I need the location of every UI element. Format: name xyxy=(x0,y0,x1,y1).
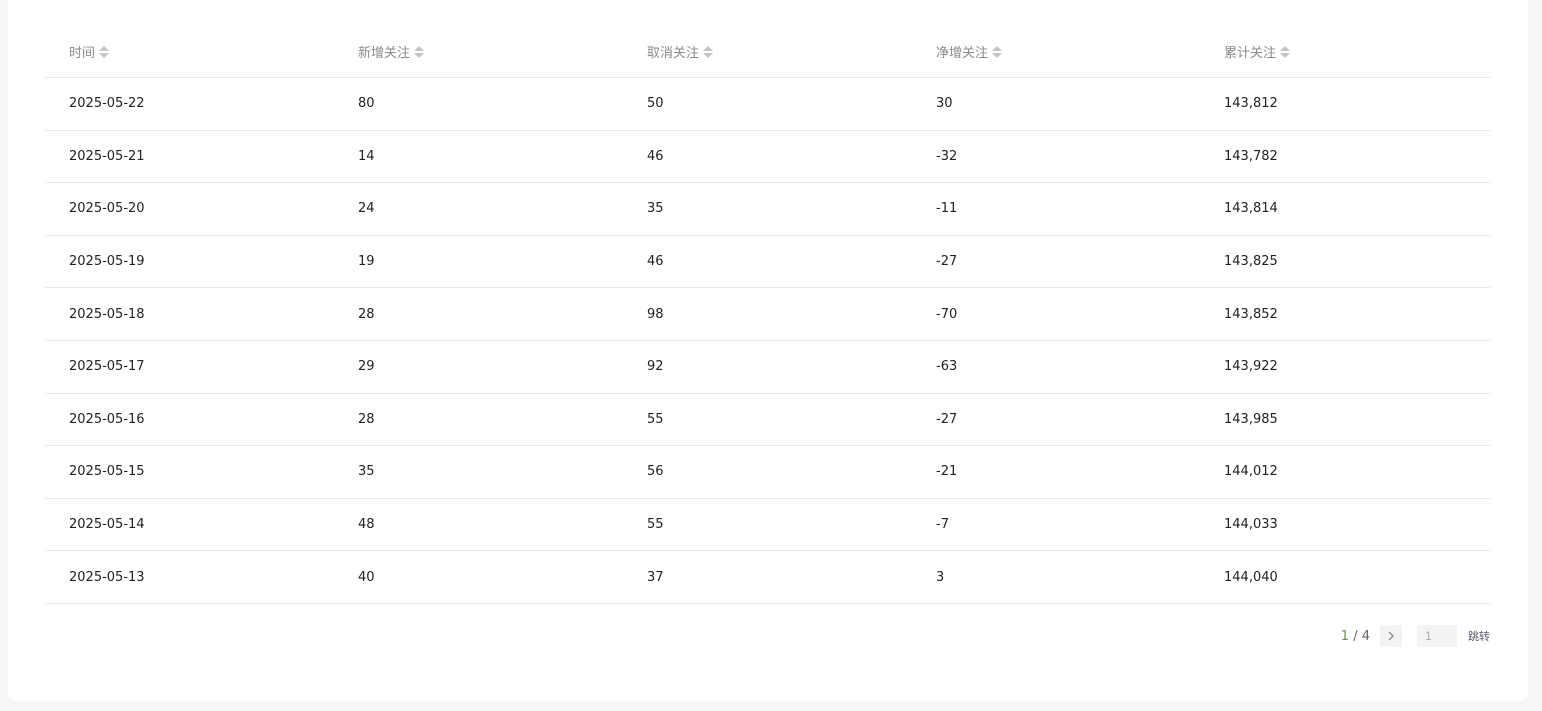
cell-total-follows: 143,825 xyxy=(1224,254,1278,270)
cell-unfollows: 46 xyxy=(647,254,664,270)
table-row: 2025-05-14 48 55 -7 144,033 xyxy=(45,499,1490,552)
cell-net-follows: -7 xyxy=(936,517,949,533)
table-row: 2025-05-20 24 35 -11 143,814 xyxy=(45,183,1490,236)
sort-icon[interactable] xyxy=(992,45,1003,58)
cell-new-follows: 80 xyxy=(358,96,375,112)
page-separator: / xyxy=(1349,628,1362,644)
cell-new-follows: 24 xyxy=(358,201,375,217)
cell-total-follows: 143,812 xyxy=(1224,96,1278,112)
cell-total-follows: 143,814 xyxy=(1224,201,1278,217)
cell-net-follows: -63 xyxy=(936,359,958,375)
cell-date: 2025-05-17 xyxy=(69,359,145,375)
sort-icon[interactable] xyxy=(414,45,425,58)
sort-icon[interactable] xyxy=(99,45,110,58)
cell-date: 2025-05-14 xyxy=(69,517,145,533)
cell-total-follows: 143,782 xyxy=(1224,148,1278,164)
cell-date: 2025-05-16 xyxy=(69,411,145,427)
cell-unfollows: 37 xyxy=(647,569,664,585)
cell-unfollows: 46 xyxy=(647,148,664,164)
cell-new-follows: 14 xyxy=(358,148,375,164)
table-row: 2025-05-16 28 55 -27 143,985 xyxy=(45,394,1490,447)
sort-icon[interactable] xyxy=(1280,45,1291,58)
cell-unfollows: 55 xyxy=(647,517,664,533)
table-header-row: 时间 新增关注 取消关注 净增关注 累计关注 xyxy=(45,26,1490,78)
cell-new-follows: 19 xyxy=(358,254,375,270)
table-row: 2025-05-13 40 37 3 144,040 xyxy=(45,551,1490,604)
cell-unfollows: 50 xyxy=(647,96,664,112)
cell-total-follows: 143,985 xyxy=(1224,411,1278,427)
page-indicator: 1 / 4 xyxy=(1341,629,1370,644)
cell-date: 2025-05-19 xyxy=(69,254,145,270)
cell-unfollows: 35 xyxy=(647,201,664,217)
cell-new-follows: 28 xyxy=(358,306,375,322)
cell-date: 2025-05-15 xyxy=(69,464,145,480)
total-pages: 4 xyxy=(1361,628,1370,644)
cell-unfollows: 92 xyxy=(647,359,664,375)
cell-net-follows: -11 xyxy=(936,201,958,217)
cell-total-follows: 144,040 xyxy=(1224,569,1278,585)
cell-unfollows: 55 xyxy=(647,411,664,427)
cell-net-follows: 30 xyxy=(936,96,953,112)
next-page-button[interactable] xyxy=(1380,625,1402,647)
cell-net-follows: -70 xyxy=(936,306,958,322)
cell-total-follows: 144,033 xyxy=(1224,517,1278,533)
column-header-new-follows[interactable]: 新增关注 xyxy=(358,42,425,61)
cell-new-follows: 29 xyxy=(358,359,375,375)
pagination: 1 / 4 跳转 xyxy=(1341,625,1490,647)
cell-new-follows: 48 xyxy=(358,517,375,533)
cell-date: 2025-05-13 xyxy=(69,569,145,585)
cell-unfollows: 98 xyxy=(647,306,664,322)
cell-unfollows: 56 xyxy=(647,464,664,480)
cell-net-follows: 3 xyxy=(936,569,945,585)
cell-new-follows: 40 xyxy=(358,569,375,585)
cell-new-follows: 28 xyxy=(358,411,375,427)
cell-date: 2025-05-21 xyxy=(69,148,145,164)
table-row: 2025-05-22 80 50 30 143,812 xyxy=(45,78,1490,131)
column-header-time[interactable]: 时间 xyxy=(69,42,110,61)
column-header-net-follows[interactable]: 净增关注 xyxy=(936,42,1003,61)
table-row: 2025-05-18 28 98 -70 143,852 xyxy=(45,288,1490,341)
cell-date: 2025-05-22 xyxy=(69,96,145,112)
jump-button[interactable]: 跳转 xyxy=(1468,628,1490,644)
chevron-right-icon xyxy=(1388,631,1394,641)
table-row: 2025-05-15 35 56 -21 144,012 xyxy=(45,446,1490,499)
cell-date: 2025-05-18 xyxy=(69,306,145,322)
current-page: 1 xyxy=(1340,628,1350,644)
data-card: 时间 新增关注 取消关注 净增关注 累计关注 2025-05-22 80 50 … xyxy=(8,0,1528,701)
cell-total-follows: 144,012 xyxy=(1224,464,1278,480)
cell-net-follows: -32 xyxy=(936,148,958,164)
follower-stats-table: 时间 新增关注 取消关注 净增关注 累计关注 2025-05-22 80 50 … xyxy=(45,26,1490,604)
column-header-total-follows[interactable]: 累计关注 xyxy=(1224,42,1291,61)
cell-total-follows: 143,922 xyxy=(1224,359,1278,375)
cell-new-follows: 35 xyxy=(358,464,375,480)
table-row: 2025-05-19 19 46 -27 143,825 xyxy=(45,236,1490,289)
cell-total-follows: 143,852 xyxy=(1224,306,1278,322)
cell-date: 2025-05-20 xyxy=(69,201,145,217)
table-row: 2025-05-17 29 92 -63 143,922 xyxy=(45,341,1490,394)
cell-net-follows: -27 xyxy=(936,411,958,427)
jump-page-input[interactable] xyxy=(1417,625,1457,647)
cell-net-follows: -27 xyxy=(936,254,958,270)
sort-icon[interactable] xyxy=(703,45,714,58)
table-row: 2025-05-21 14 46 -32 143,782 xyxy=(45,131,1490,184)
cell-net-follows: -21 xyxy=(936,464,958,480)
column-header-unfollows[interactable]: 取消关注 xyxy=(647,42,714,61)
